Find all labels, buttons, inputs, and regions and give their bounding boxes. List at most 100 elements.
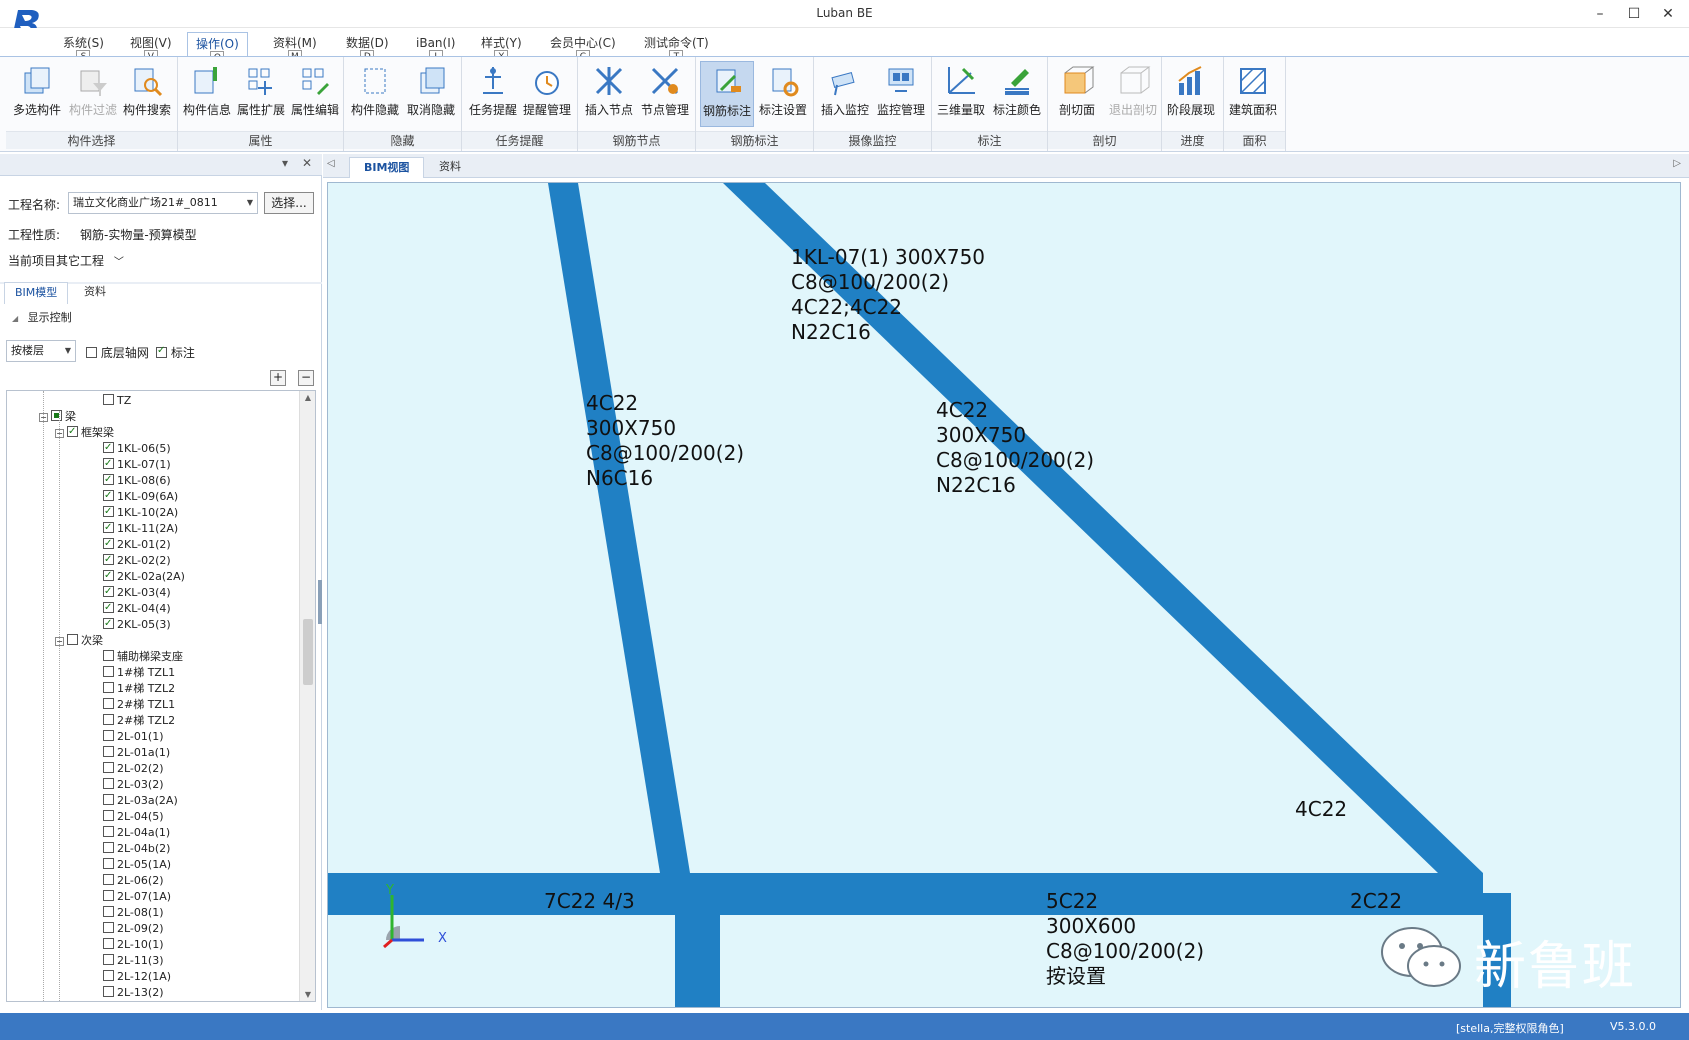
tree-item[interactable]: 1#梯 TZL2 — [103, 681, 175, 697]
tree-checkbox-icon[interactable] — [103, 730, 114, 741]
annotation-checkbox[interactable]: 标注 — [156, 344, 195, 361]
section-plane-button[interactable]: 剖切面 — [1050, 61, 1104, 127]
tree-checkbox-icon[interactable] — [103, 826, 114, 837]
tree-item[interactable]: 辅助梯梁支座 — [103, 649, 183, 665]
tree-item[interactable]: 2L-13(2) — [103, 985, 163, 1001]
project-name-combo[interactable]: 瑞立文化商业广场21#_0811 ▼ — [68, 192, 258, 214]
tree-checkbox-icon[interactable] — [103, 536, 114, 552]
tree-item[interactable]: 2L-12(1A) — [103, 969, 171, 985]
task-reminder-button[interactable]: 任务提醒 — [466, 61, 520, 127]
tree-item[interactable]: 2L-08(1) — [103, 905, 163, 921]
menu-tab-style[interactable]: 样式(Y)Y — [473, 32, 530, 64]
tree-checkbox-icon[interactable] — [103, 488, 114, 504]
stage-display-button[interactable]: 阶段展现 — [1164, 61, 1218, 127]
bim-viewport[interactable]: 1KL-07(1) 300X750 C8@100/200(2) 4C22;4C2… — [327, 182, 1681, 1008]
annotation-settings-button[interactable]: 标注设置 — [756, 61, 810, 127]
tree-checkbox-icon[interactable] — [103, 810, 114, 821]
tree-checkbox-icon[interactable] — [103, 504, 114, 520]
tree-checkbox-icon[interactable] — [103, 986, 114, 997]
tree-item[interactable]: −框架梁 — [55, 424, 114, 441]
tree-item[interactable]: 2KL-04(4) — [103, 600, 171, 617]
tree-checkbox-icon[interactable] — [103, 842, 114, 853]
rebar-annotation-button[interactable]: 钢筋标注 — [700, 61, 754, 127]
tree-item[interactable]: 2L-04b(2) — [103, 841, 170, 857]
display-control-header[interactable]: ◢ 显示控制 — [12, 309, 72, 325]
tab-materials[interactable]: 资料 — [74, 282, 116, 304]
scroll-thumb[interactable] — [303, 619, 313, 685]
tree-item[interactable]: 1KL-10(2A) — [103, 504, 178, 521]
component-tree[interactable]: ▲ ▼ TZ −梁−框架梁1KL-06(5) 1KL-07(1) 1KL-08(6) 1… — [6, 390, 316, 1002]
tree-checkbox-icon[interactable] — [103, 794, 114, 805]
menu-tab-material[interactable]: 资料(M)M — [265, 32, 325, 64]
node-manage-button[interactable]: 节点管理 — [638, 61, 692, 127]
tree-item[interactable]: 1KL-06(5) — [103, 440, 171, 457]
scroll-up-icon[interactable]: ▲ — [300, 393, 315, 402]
tree-item[interactable]: 1KL-09(6A) — [103, 488, 178, 505]
tree-checkbox-icon[interactable] — [103, 906, 114, 917]
tree-item[interactable]: 2L-04a(1) — [103, 825, 170, 841]
tab-scroll-left-icon[interactable]: ◁ — [327, 158, 335, 169]
reminder-manage-button[interactable]: 提醒管理 — [520, 61, 574, 127]
tree-checkbox-icon[interactable] — [103, 472, 114, 488]
collapse-all-button[interactable]: − — [298, 370, 314, 386]
multi-select-button[interactable]: 多选构件 — [10, 61, 64, 127]
tree-checkbox-icon[interactable] — [103, 714, 114, 725]
tree-checkbox-icon[interactable] — [103, 650, 114, 661]
tree-item[interactable]: 2L-05(1A) — [103, 857, 171, 873]
tree-checkbox-icon[interactable] — [67, 634, 78, 645]
menu-tab-iban[interactable]: iBan(I)I — [408, 32, 463, 64]
property-edit-button[interactable]: 属性编辑 — [288, 61, 342, 127]
tree-checkbox-icon[interactable] — [103, 698, 114, 709]
tree-checkbox-icon[interactable] — [103, 616, 114, 632]
tree-checkbox-icon[interactable] — [103, 762, 114, 773]
menu-tab-operation[interactable]: 操作(O)O — [187, 32, 248, 65]
tree-item[interactable]: 2L-06(2) — [103, 873, 163, 889]
tree-item[interactable]: − 梁 — [39, 409, 76, 425]
scroll-down-icon[interactable]: ▼ — [300, 990, 315, 999]
tree-item[interactable]: 1KL-11(2A) — [103, 520, 178, 537]
menu-tab-system[interactable]: 系统(S)S — [55, 32, 112, 64]
tree-item[interactable]: 2L-01a(1) — [103, 745, 170, 761]
hide-component-button[interactable]: 构件隐藏 — [348, 61, 402, 127]
tree-item[interactable]: 2KL-02a(2A) — [103, 568, 185, 585]
bottom-grid-checkbox[interactable]: 底层轴网 — [86, 344, 149, 361]
tree-checkbox-icon[interactable] — [103, 970, 114, 981]
tree-item[interactable]: 1KL-07(1) — [103, 456, 171, 473]
tree-item[interactable]: 2L-09(2) — [103, 921, 163, 937]
tree-item[interactable]: 1#梯 TZL1 — [103, 665, 175, 681]
component-search-button[interactable]: 构件搜索 — [120, 61, 174, 127]
tree-item[interactable]: TZ — [103, 393, 131, 409]
tree-item[interactable]: 2L-04(5) — [103, 809, 163, 825]
monitor-manage-button[interactable]: 监控管理 — [874, 61, 928, 127]
tree-checkbox-icon[interactable] — [103, 858, 114, 869]
tree-checkbox-icon[interactable] — [103, 568, 114, 584]
panel-splitter[interactable] — [318, 580, 322, 624]
tree-checkbox-icon[interactable] — [103, 666, 114, 677]
insert-monitor-button[interactable]: 插入监控 — [818, 61, 872, 127]
panel-dropdown-icon[interactable]: ▾ — [282, 156, 288, 170]
tab-materials-doc[interactable]: 资料 — [425, 157, 475, 178]
expand-all-button[interactable]: + — [270, 370, 286, 386]
tree-checkbox-icon[interactable] — [103, 874, 114, 885]
tree-item[interactable]: 2L-03(2) — [103, 777, 163, 793]
tree-item[interactable]: 2KL-02(2) — [103, 552, 171, 569]
tree-checkbox-icon[interactable] — [51, 410, 62, 421]
tree-scrollbar[interactable]: ▲ ▼ — [299, 391, 315, 1001]
exit-section-button[interactable]: 退出剖切 — [1106, 61, 1160, 127]
tree-item[interactable]: 2KL-01(2) — [103, 536, 171, 553]
tree-checkbox-icon[interactable] — [103, 552, 114, 568]
tree-checkbox-icon[interactable] — [103, 922, 114, 933]
select-project-button[interactable]: 选择... — [264, 192, 314, 214]
tab-scroll-right-icon[interactable]: ▷ — [1673, 158, 1681, 169]
component-info-button[interactable]: 构件信息 — [180, 61, 234, 127]
tree-checkbox-icon[interactable] — [103, 456, 114, 472]
tab-bim-model[interactable]: BIM模型 — [4, 282, 69, 304]
menu-tab-member[interactable]: 会员中心(C)C — [542, 32, 624, 64]
tree-checkbox-icon[interactable] — [103, 746, 114, 757]
tree-item[interactable]: 2#梯 TZL2 — [103, 713, 175, 729]
tree-item[interactable]: 2L-07(1A) — [103, 889, 171, 905]
3d-measure-button[interactable]: 三维量取 — [934, 61, 988, 127]
tree-checkbox-icon[interactable] — [103, 584, 114, 600]
minimize-button[interactable]: – — [1585, 4, 1615, 26]
tree-item[interactable]: 2L-11(3) — [103, 953, 163, 969]
